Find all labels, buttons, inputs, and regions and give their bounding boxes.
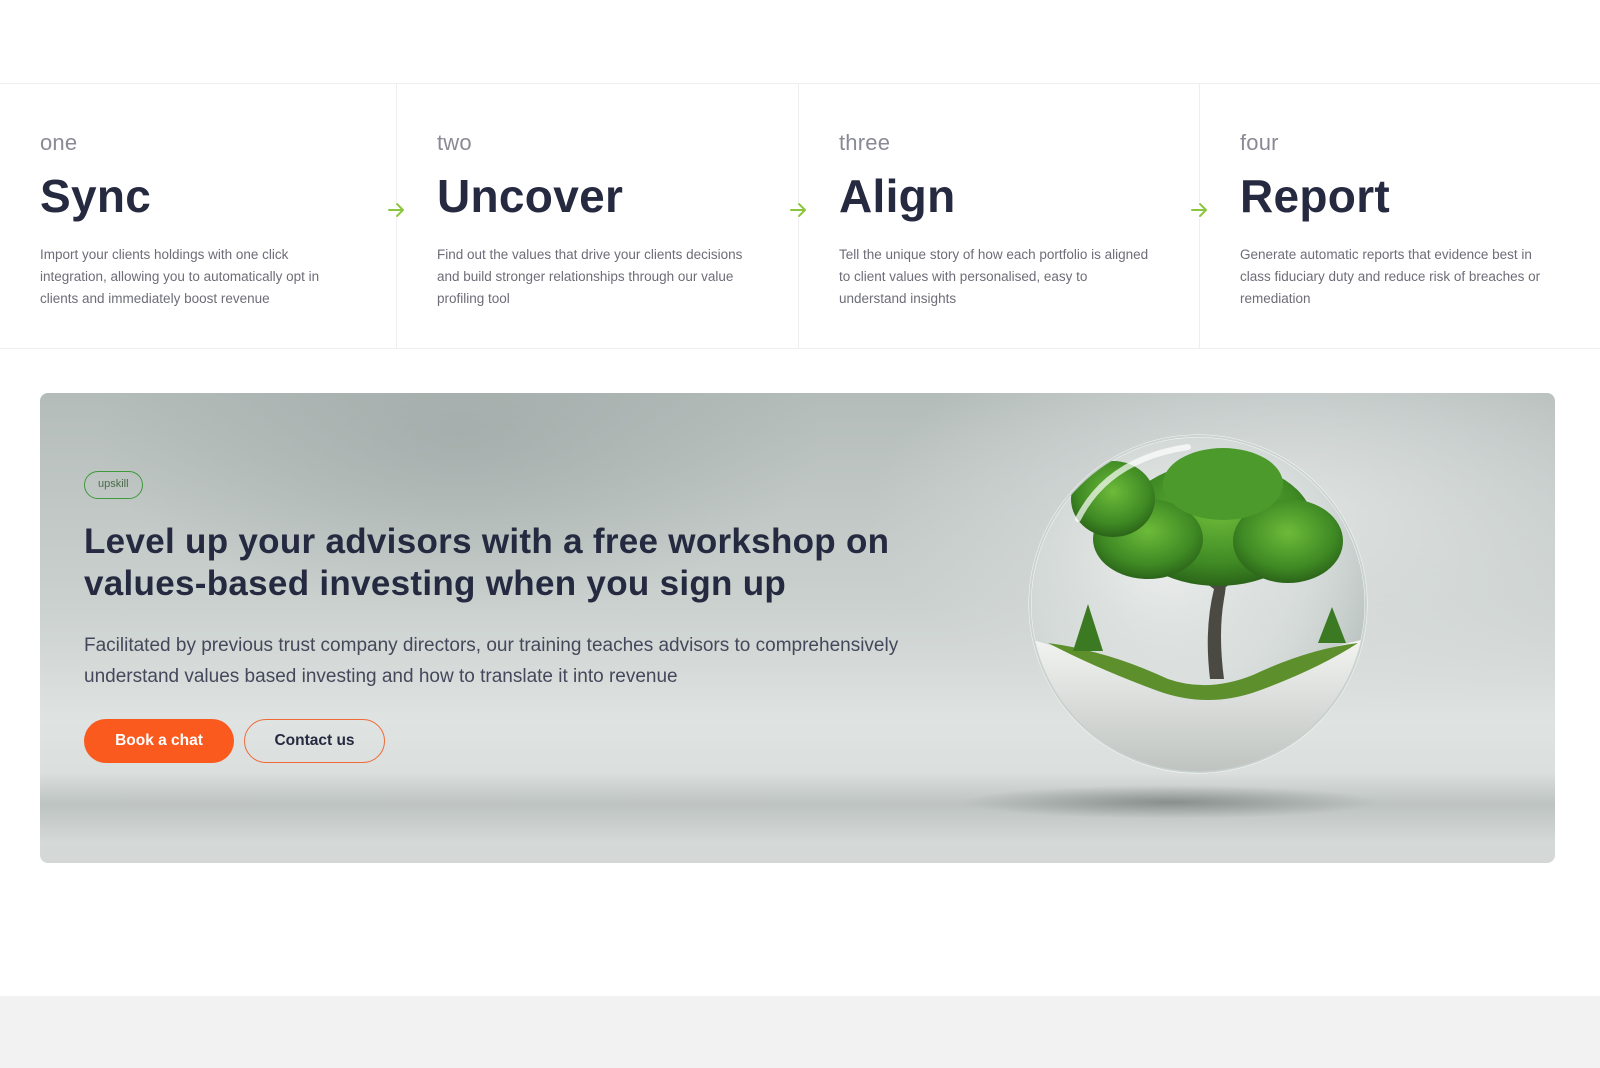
step-description: Generate automatic reports that evidence… (1240, 247, 1541, 306)
step-align: three Align Tell the unique story of how… (789, 84, 1199, 348)
step-title: Align (839, 170, 956, 222)
step-title: Uncover (437, 170, 624, 222)
step-title: Sync (40, 170, 152, 222)
step-title: Report (1240, 170, 1391, 222)
step-number: three (839, 130, 891, 155)
contact-us-button[interactable]: Contact us (244, 719, 385, 763)
tree-in-glass-sphere-image (1018, 429, 1378, 789)
step-description: Tell the unique story of how each portfo… (839, 247, 1149, 306)
step-uncover: two Uncover Find out the values that dri… (387, 84, 798, 348)
sphere-shadow (960, 785, 1380, 819)
upskill-badge: upskill (84, 471, 143, 499)
footer-strip (0, 996, 1600, 1068)
step-description: Find out the values that drive your clie… (437, 247, 743, 306)
page: one Sync Import your clients holdings wi… (0, 0, 1600, 1068)
step-number: four (1240, 130, 1279, 155)
step-report: four Report Generate automatic reports t… (1190, 84, 1600, 348)
arrow-right-icon (789, 202, 809, 218)
banner-description: Facilitated by previous trust company di… (84, 635, 899, 687)
step-description: Import your clients holdings with one cl… (40, 247, 320, 306)
upskill-promo-banner: upskill Level up your advisors with a fr… (40, 393, 1555, 863)
arrow-right-icon (1190, 202, 1210, 218)
step-number: two (437, 130, 472, 155)
banner-title: Level up your advisors with a free works… (84, 522, 890, 603)
arrow-right-icon (387, 202, 407, 218)
steps-row: one Sync Import your clients holdings wi… (0, 83, 1600, 349)
step-sync: one Sync Import your clients holdings wi… (0, 84, 396, 348)
step-number: one (40, 130, 78, 155)
book-a-chat-button[interactable]: Book a chat (84, 719, 234, 763)
